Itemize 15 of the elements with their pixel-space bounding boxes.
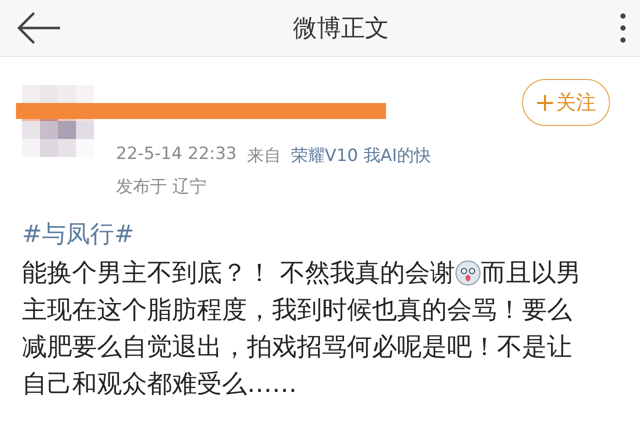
post-text: 而且以男 bbox=[480, 257, 581, 289]
post-time: 22-5-14 22:33 bbox=[116, 144, 237, 166]
follow-button[interactable]: 关注 bbox=[522, 79, 610, 126]
post-text: 自己和观众都难受么…… bbox=[22, 368, 297, 400]
plus-icon bbox=[536, 94, 554, 112]
post-location: 发布于 辽宁 bbox=[116, 176, 208, 198]
back-icon[interactable] bbox=[16, 11, 62, 45]
hashtag-link[interactable]: #与凤行# bbox=[22, 218, 134, 250]
post-text: 能换个男主不到底？！ 不然我真的会谢 bbox=[22, 257, 455, 289]
post-text: 减肥要么自觉退出，拍戏招骂何必呢是吧！不是让 bbox=[22, 331, 572, 363]
more-icon[interactable] bbox=[620, 13, 626, 43]
source-prefix: 来自 bbox=[246, 145, 281, 167]
page-title: 微博正文 bbox=[293, 13, 389, 44]
source-link[interactable]: 荣耀V10 我AI的快 bbox=[290, 144, 432, 167]
post-text: 主现在这个脂肪程度，我到时候也真的会骂！要么 bbox=[22, 294, 572, 326]
